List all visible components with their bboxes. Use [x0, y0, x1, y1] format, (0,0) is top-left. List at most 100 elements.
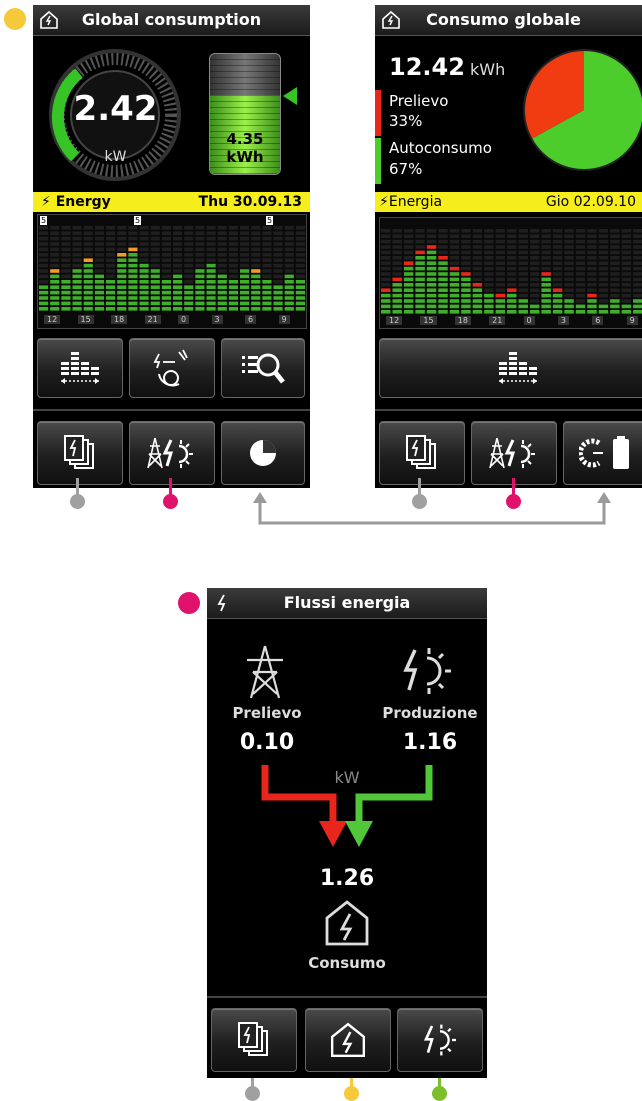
- chart-segment: [575, 277, 586, 282]
- chart-segment: [206, 301, 216, 306]
- chart-segment: [541, 288, 551, 292]
- history-button[interactable]: [379, 338, 642, 398]
- chart-segment: [587, 250, 597, 255]
- chart-segment: [426, 239, 437, 244]
- chart-segment: [195, 231, 205, 235]
- history-button[interactable]: [37, 338, 123, 398]
- chart-segment: [50, 285, 60, 289]
- chart-segment: [507, 245, 517, 249]
- magenta-dot-2: [506, 494, 521, 509]
- chart-segment: [128, 269, 138, 273]
- chart-segment: [150, 247, 160, 252]
- chart-segment: [228, 263, 238, 268]
- chart-segment: [295, 236, 305, 241]
- analysis-button[interactable]: [221, 338, 305, 398]
- chart-segment: [381, 283, 391, 287]
- chart-segment: [61, 307, 71, 311]
- chart-segment: [587, 288, 597, 292]
- chart-segment: [228, 236, 238, 241]
- chart-segment: [610, 266, 620, 271]
- chart-bars: [39, 226, 305, 311]
- chart-segment: [507, 293, 517, 298]
- chart-segment: [472, 256, 483, 260]
- pages-button[interactable]: [37, 421, 123, 485]
- chart-segment: [206, 231, 216, 235]
- chart-segment: [284, 253, 294, 257]
- chart-segment: [39, 231, 49, 235]
- chart-segment: [587, 310, 597, 314]
- chart-segment: [273, 290, 283, 295]
- chart-segment: [117, 253, 127, 257]
- chart-segment: [552, 277, 563, 282]
- chart-segment: [161, 253, 171, 257]
- chart-segment: [403, 277, 414, 282]
- chart-segment: [541, 272, 551, 276]
- chart-segment: [72, 285, 82, 289]
- chart-segment: [507, 229, 517, 233]
- chart-segment: [518, 310, 528, 314]
- chart-segment: [61, 242, 71, 246]
- chart-segment: [415, 250, 425, 255]
- energy-flow-button[interactable]: [129, 421, 215, 485]
- chart-segment: [461, 304, 471, 309]
- chart-segment: [240, 301, 250, 306]
- chart-segment: [284, 258, 294, 262]
- production-button[interactable]: [397, 1008, 483, 1072]
- chart-segment: [262, 274, 272, 279]
- grid-pv-flow-icon: [153, 349, 188, 387]
- bar-chart-icon: [61, 352, 99, 384]
- chart-segment: [621, 293, 632, 298]
- chart-segment: [61, 226, 71, 230]
- chart-segment: [106, 258, 116, 262]
- chart-segment: [403, 299, 414, 303]
- gauge-battery-button[interactable]: [563, 421, 642, 485]
- pages-button[interactable]: [379, 421, 465, 485]
- chart-segment: [61, 269, 71, 273]
- chart-segment: [184, 290, 194, 295]
- chart-segment: [541, 229, 551, 233]
- chart-segment: [94, 231, 104, 235]
- chart-segment: [39, 253, 49, 257]
- chart-segment: [552, 250, 563, 255]
- chart-segment: [426, 256, 437, 260]
- chart-segment: [587, 261, 597, 265]
- chart-segment: [106, 263, 116, 268]
- level-pointer-icon: [283, 87, 297, 105]
- chart-segment: [461, 239, 471, 244]
- chart-segment: [61, 274, 71, 279]
- chart-segment: [610, 256, 620, 260]
- pages-button[interactable]: [211, 1008, 297, 1072]
- chart-segment: [587, 229, 597, 233]
- chart-tick-label: 9: [626, 316, 638, 325]
- chart-segment: [495, 256, 506, 260]
- chart-segment: [484, 299, 494, 303]
- chart-segment: [564, 229, 574, 233]
- chart-segment: [217, 296, 227, 300]
- energy-flow-button[interactable]: [471, 421, 557, 485]
- chart-segment: [392, 288, 402, 292]
- chart-segment: [449, 256, 460, 260]
- chart-segment: [94, 307, 104, 311]
- home-energy-icon: [330, 1022, 366, 1058]
- chart-segment: [217, 253, 227, 257]
- flow-settings-button[interactable]: [129, 338, 215, 398]
- chart-segment: [161, 231, 171, 235]
- page-title: Flussi energia: [283, 593, 411, 612]
- chart-tick-label: 6: [592, 316, 604, 325]
- chart-segment: [507, 277, 517, 282]
- chart-segment: [598, 277, 609, 282]
- chart-segment: [139, 285, 149, 289]
- chart-marker-1: 5: [40, 216, 48, 225]
- chart-segment: [195, 280, 205, 284]
- chart-segment: [587, 293, 597, 298]
- chart-segment: [518, 250, 528, 255]
- chart-segment: [438, 266, 448, 271]
- chart-segment: [72, 258, 82, 262]
- chart-segment: [150, 296, 160, 300]
- chart-segment: [39, 263, 49, 268]
- chart-segment: [449, 266, 460, 271]
- pie-chart-button[interactable]: [221, 421, 305, 485]
- home-consumption-button[interactable]: [305, 1008, 391, 1072]
- chart-segment: [587, 239, 597, 244]
- chart-segment: [495, 266, 506, 271]
